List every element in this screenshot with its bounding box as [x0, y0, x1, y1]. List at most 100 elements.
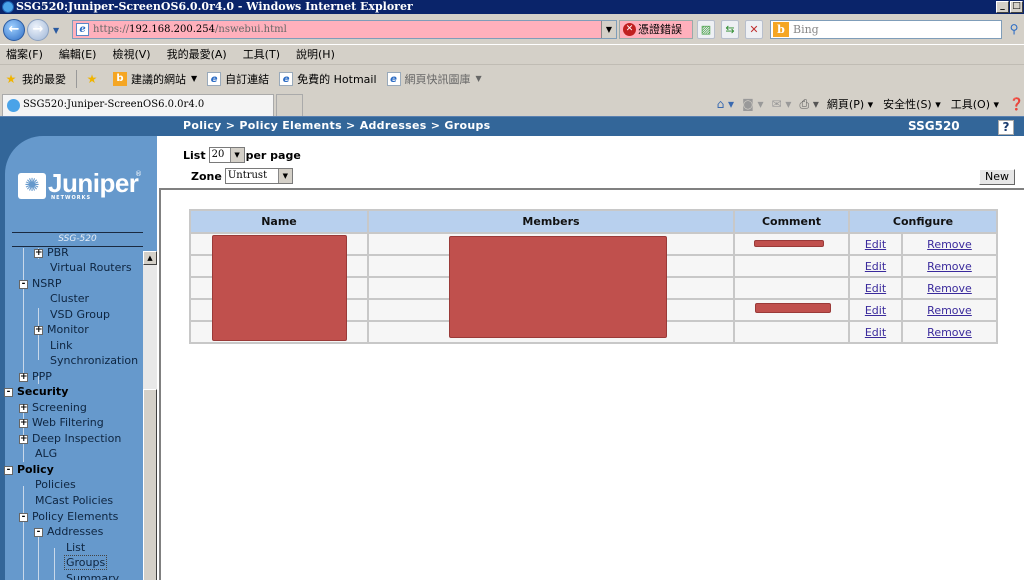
recent-pages-dropdown[interactable]: ▼: [53, 26, 59, 35]
home-icon[interactable]: ⌂ ▾: [717, 97, 734, 111]
forward-button[interactable]: →: [27, 19, 49, 41]
tree-item-policies[interactable]: Policies: [35, 477, 76, 492]
remove-link[interactable]: Remove: [927, 260, 972, 273]
expand-icon[interactable]: +: [34, 248, 43, 258]
expand-icon[interactable]: +: [19, 403, 28, 413]
print-icon[interactable]: ⎙ ▾: [799, 97, 818, 112]
menu-edit[interactable]: 編輯(E): [59, 45, 97, 64]
remove-link[interactable]: Remove: [927, 326, 972, 339]
new-tab-button[interactable]: [276, 94, 303, 116]
expand-icon[interactable]: +: [19, 434, 28, 444]
tree-item-ppp[interactable]: + PPP: [19, 369, 52, 384]
tree-item-policy[interactable]: - Policy: [4, 462, 54, 477]
tools-menu-label: 工具(O): [950, 98, 991, 111]
expand-icon[interactable]: +: [19, 418, 28, 428]
url-dropdown-button[interactable]: ▼: [601, 21, 616, 38]
edit-link[interactable]: Edit: [865, 304, 886, 317]
scrollbar-thumb[interactable]: [143, 389, 157, 580]
new-button[interactable]: New: [979, 169, 1015, 185]
expand-icon[interactable]: +: [34, 325, 43, 335]
safety-menu[interactable]: 安全性(S) ▾: [883, 96, 941, 112]
tree-item-vsd-group[interactable]: VSD Group: [50, 307, 110, 322]
browser-tab[interactable]: SSG520:Juniper-ScreenOS6.0.0r4.0: [2, 94, 274, 116]
maximize-button[interactable]: □: [1010, 1, 1023, 13]
page-icon: e: [76, 23, 89, 36]
add-to-favorites-button[interactable]: ★: [85, 72, 103, 86]
tree-item-addresses[interactable]: - Addresses: [34, 524, 103, 539]
tab-title: SSG520:Juniper-ScreenOS6.0.0r4.0: [23, 99, 205, 110]
bing-icon: b: [773, 22, 789, 37]
tree-item-nsrp[interactable]: - NSRP: [19, 276, 62, 291]
tools-menu[interactable]: 工具(O) ▾: [951, 96, 999, 112]
collapse-icon[interactable]: -: [19, 512, 28, 522]
tree-item-list[interactable]: List: [66, 540, 85, 555]
back-button[interactable]: ←: [3, 19, 25, 41]
tree-item-monitor[interactable]: + Monitor: [34, 322, 89, 337]
mail-icon[interactable]: ✉ ▾: [772, 97, 792, 111]
remove-link[interactable]: Remove: [927, 282, 972, 295]
tree-line: [38, 532, 39, 580]
help-button[interactable]: ?: [998, 120, 1014, 135]
scroll-up-button[interactable]: ▲: [143, 251, 157, 265]
web-page: Policy > Policy Elements > Addresses > G…: [0, 116, 1024, 580]
page-menu[interactable]: 網頁(P) ▾: [827, 96, 873, 112]
favorite-link-web-slice-gallery[interactable]: e 網頁快訊圖庫 ▼: [386, 71, 482, 87]
collapse-icon[interactable]: -: [4, 465, 13, 475]
tree-item-web-filtering[interactable]: + Web Filtering: [19, 415, 104, 430]
bing-icon: b: [113, 71, 127, 86]
tree-item-summary[interactable]: Summary: [66, 571, 119, 580]
collapse-icon[interactable]: -: [4, 387, 13, 397]
compatibility-view-button[interactable]: ▨: [697, 20, 715, 39]
edit-link[interactable]: Edit: [865, 282, 886, 295]
certificate-error-button[interactable]: ✕ 憑證錯誤: [619, 20, 693, 39]
favorites-button[interactable]: ★ 我的最愛: [4, 71, 66, 87]
sidebar: ✺ Juniper NETWORKS ® SSG-520 + PBR Virtua…: [0, 136, 157, 580]
menu-bar: 檔案(F) 編輯(E) 檢視(V) 我的最愛(A) 工具(T) 說明(H): [0, 44, 1024, 64]
zone-select[interactable]: Untrust ▼: [224, 168, 293, 184]
tree-item-deep-inspection[interactable]: + Deep Inspection: [19, 431, 121, 446]
search-input[interactable]: b Bing: [770, 20, 1002, 39]
sidebar-scrollbar[interactable]: ▲: [143, 251, 157, 580]
menu-tools[interactable]: 工具(T): [243, 45, 280, 64]
tree-item-mcast-policies[interactable]: MCast Policies: [35, 493, 113, 508]
remove-link[interactable]: Remove: [927, 304, 972, 317]
page-menu-label: 網頁(P): [826, 98, 865, 111]
edit-link[interactable]: Edit: [865, 260, 886, 273]
tree-item-synchronization[interactable]: Synchronization: [50, 353, 138, 368]
nav-tree: + PBR Virtual Routers - NSRP Cluster VSD G…: [0, 248, 143, 580]
favorite-link-custom-links[interactable]: e 自訂連結: [207, 71, 269, 87]
list-count-select[interactable]: 20 ▼: [208, 147, 245, 163]
feeds-icon[interactable]: ◙ ▾: [742, 97, 763, 111]
collapse-icon[interactable]: -: [19, 279, 28, 289]
expand-icon[interactable]: +: [19, 372, 28, 382]
cell-comment: [733, 320, 850, 344]
tree-item-security[interactable]: - Security: [4, 384, 68, 399]
tree-item-alg[interactable]: ALG: [35, 446, 57, 461]
tree-item-groups[interactable]: Groups: [64, 555, 108, 570]
search-button[interactable]: ⚲: [1004, 20, 1024, 39]
minimize-button[interactable]: _: [996, 1, 1009, 13]
refresh-button[interactable]: ⇆: [721, 20, 739, 39]
favorite-link-suggested-sites[interactable]: b 建議的網站 ▼: [113, 71, 197, 87]
menu-help[interactable]: 說明(H): [296, 45, 335, 64]
help-icon[interactable]: ❓: [1009, 97, 1024, 111]
list-per-page-control: List 20 ▼ per page: [183, 147, 301, 163]
menu-favorites[interactable]: 我的最愛(A): [167, 45, 227, 64]
collapse-icon[interactable]: -: [34, 527, 43, 537]
tree-item-screening[interactable]: + Screening: [19, 400, 87, 415]
column-header-configure: Configure: [848, 209, 998, 234]
tree-item-pbr[interactable]: + PBR: [34, 248, 69, 260]
favorite-link-hotmail[interactable]: e 免費的 Hotmail: [279, 71, 377, 87]
tree-item-link[interactable]: Link: [50, 338, 73, 353]
tree-item-cluster[interactable]: Cluster: [50, 291, 89, 306]
menu-file[interactable]: 檔案(F): [6, 45, 43, 64]
menu-view[interactable]: 檢視(V): [112, 45, 150, 64]
edit-link[interactable]: Edit: [865, 238, 886, 251]
stop-button[interactable]: ✕: [745, 20, 763, 39]
url-field[interactable]: e https://192.168.200.254/nswebui.html ▼: [72, 20, 617, 39]
cell-remove: Remove: [901, 320, 998, 344]
tree-item-policy-elements[interactable]: - Policy Elements: [19, 509, 118, 524]
tree-item-virtual-routers[interactable]: Virtual Routers: [50, 260, 132, 275]
edit-link[interactable]: Edit: [865, 326, 886, 339]
remove-link[interactable]: Remove: [927, 238, 972, 251]
